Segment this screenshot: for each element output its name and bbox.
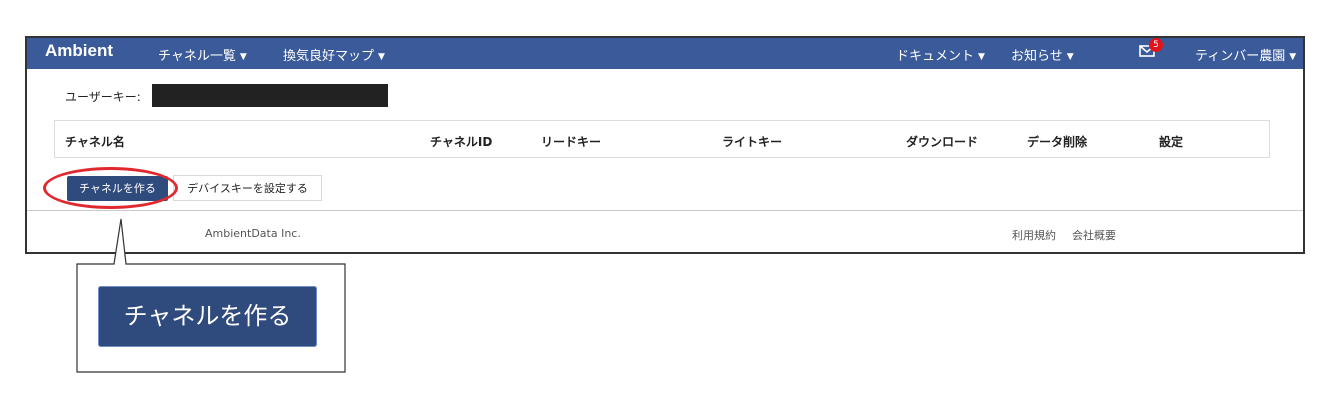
zoomed-create-channel-button: チャネルを作る xyxy=(98,286,317,347)
